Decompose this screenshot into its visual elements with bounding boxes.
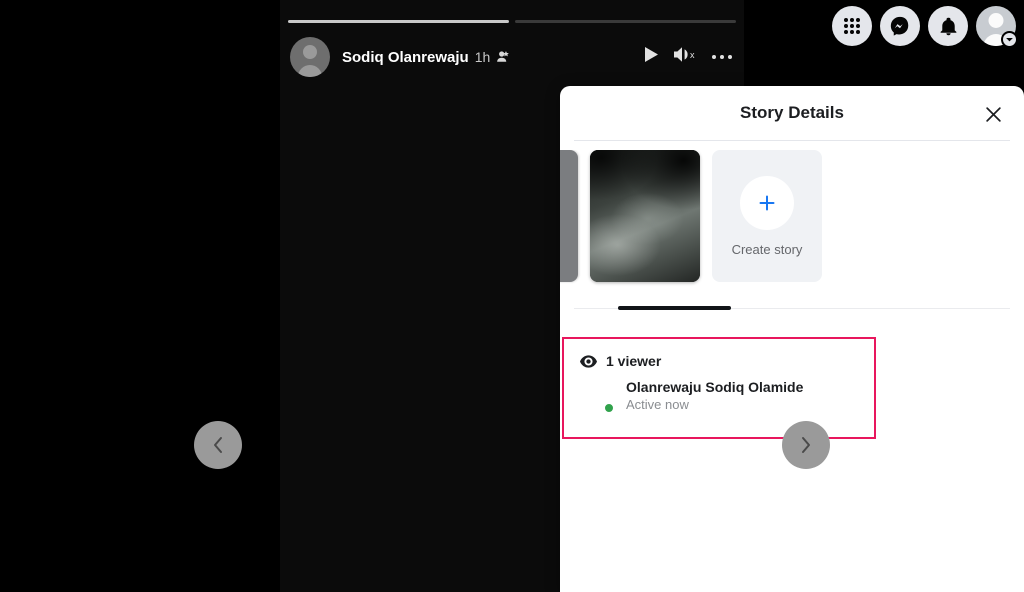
create-story-label: Create story bbox=[731, 241, 803, 257]
header-divider bbox=[574, 140, 1010, 141]
tray-divider bbox=[574, 306, 1010, 310]
menu-grid-button[interactable] bbox=[832, 6, 872, 46]
story-progress-bar bbox=[288, 20, 736, 23]
story-stage: Sodiq Olanrewaju 1h x Story Details Crea… bbox=[280, 0, 1024, 592]
tray-scrollbar[interactable] bbox=[618, 306, 731, 310]
notifications-button[interactable] bbox=[928, 6, 968, 46]
play-button[interactable] bbox=[644, 46, 659, 68]
page-root: Sodiq Olanrewaju 1h x Story Details Crea… bbox=[0, 0, 1024, 592]
viewer-avatar bbox=[578, 378, 614, 414]
story-controls: x bbox=[644, 46, 732, 68]
eye-icon bbox=[580, 354, 597, 368]
chevron-down-icon bbox=[1001, 31, 1018, 48]
progress-segment bbox=[288, 20, 509, 23]
story-author-name[interactable]: Sodiq Olanrewaju bbox=[342, 49, 469, 66]
page-title: Story Details bbox=[740, 103, 844, 122]
more-options-button[interactable] bbox=[711, 54, 732, 60]
viewer-name: Olanrewaju Sodiq Olamide bbox=[626, 379, 804, 395]
story-timestamp: 1h bbox=[474, 49, 491, 65]
list-item[interactable]: Olanrewaju Sodiq Olamide Active now bbox=[564, 369, 874, 414]
close-button[interactable] bbox=[980, 101, 1006, 127]
chevron-left-icon bbox=[214, 437, 222, 453]
audience-friends-icon bbox=[496, 50, 510, 64]
viewer-count: 1 viewer bbox=[564, 339, 874, 369]
story-details-modal: Story Details Create story 1 viewer Olan… bbox=[560, 86, 1024, 592]
story-card-active[interactable] bbox=[590, 150, 700, 282]
progress-segment bbox=[515, 20, 736, 23]
story-author-avatar[interactable] bbox=[290, 37, 330, 77]
story-header: Sodiq Olanrewaju 1h x bbox=[290, 36, 732, 78]
messenger-button[interactable] bbox=[880, 6, 920, 46]
bell-icon bbox=[940, 17, 956, 35]
chevron-right-icon bbox=[802, 437, 810, 453]
story-tray: Create story bbox=[560, 150, 1024, 308]
online-status-dot bbox=[604, 403, 614, 413]
account-button[interactable] bbox=[976, 6, 1018, 48]
viewers-section: 1 viewer Olanrewaju Sodiq Olamide Active… bbox=[562, 337, 876, 439]
messenger-icon bbox=[890, 16, 909, 36]
viewer-info: Olanrewaju Sodiq Olamide Active now bbox=[626, 379, 803, 413]
next-story-button[interactable] bbox=[782, 421, 830, 469]
global-nav-icons bbox=[832, 6, 1018, 48]
previous-story-button[interactable] bbox=[194, 421, 242, 469]
story-card-previous[interactable] bbox=[560, 150, 578, 282]
grid-icon bbox=[844, 18, 860, 34]
close-icon bbox=[985, 106, 1001, 122]
plus-icon bbox=[740, 175, 794, 230]
create-story-card[interactable]: Create story bbox=[712, 150, 822, 282]
mute-button[interactable]: x bbox=[673, 46, 698, 68]
viewer-count-label: 1 viewer bbox=[606, 353, 662, 369]
svg-text:x: x bbox=[690, 50, 695, 60]
viewer-status: Active now bbox=[626, 397, 689, 412]
modal-header: Story Details bbox=[560, 86, 1024, 140]
